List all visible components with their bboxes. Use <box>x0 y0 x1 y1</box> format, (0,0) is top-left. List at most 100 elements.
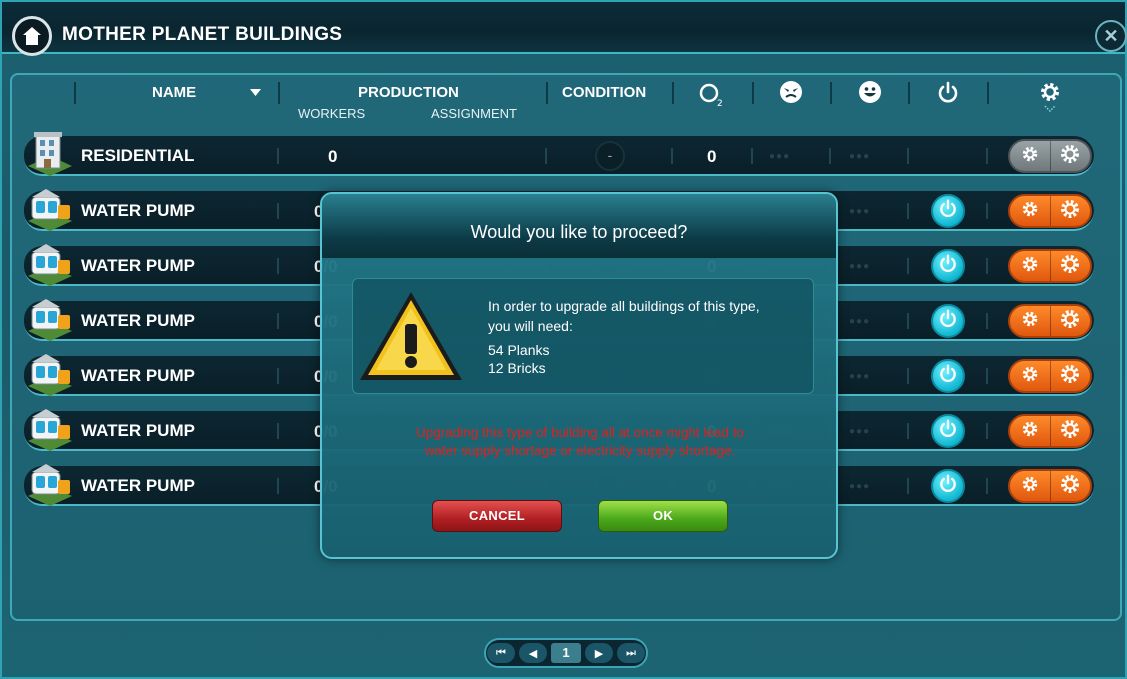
happy-rating-dots: ●●● <box>849 261 871 272</box>
column-header-name[interactable]: NAME <box>152 84 196 101</box>
double-gear-icon <box>1059 473 1081 500</box>
upgrade-controls <box>1008 304 1092 338</box>
row-divider <box>986 423 988 439</box>
happy-rating-dots: ●●● <box>849 151 871 162</box>
upgrade-all-button[interactable] <box>1049 251 1091 281</box>
power-icon <box>938 254 958 279</box>
upgrade-one-button[interactable] <box>1010 251 1050 281</box>
row-divider <box>751 148 753 164</box>
upgrade-controls <box>1008 414 1092 448</box>
upgrade-controls <box>1008 359 1092 393</box>
row-divider <box>671 148 673 164</box>
title-bar: MOTHER PLANET BUILDINGS ✕ <box>2 2 1127 56</box>
upgrade-controls <box>1008 469 1092 503</box>
first-page-button[interactable]: ⏮ <box>487 643 515 663</box>
power-toggle-button[interactable] <box>931 249 965 283</box>
ok-button[interactable]: OK <box>598 500 728 532</box>
column-subheader-assignment: ASSIGNMENT <box>431 106 517 121</box>
water-pump-icon <box>24 183 76 235</box>
row-divider <box>907 313 909 329</box>
header-divider <box>74 82 76 104</box>
water-pump-icon <box>24 293 76 345</box>
water-pump-icon <box>24 348 76 400</box>
upgrade-one-button[interactable] <box>1010 471 1050 501</box>
svg-text:2: 2 <box>717 99 723 108</box>
upgrade-all-button[interactable] <box>1049 416 1091 446</box>
row-divider <box>277 203 279 219</box>
building-name: WATER PUMP <box>81 256 195 275</box>
condition-indicator: - <box>595 141 625 171</box>
upgrade-one-button[interactable] <box>1010 141 1050 171</box>
upgrade-all-button[interactable] <box>1049 141 1091 171</box>
row-divider <box>277 258 279 274</box>
power-toggle-button[interactable] <box>931 414 965 448</box>
upgrade-one-button[interactable] <box>1010 306 1050 336</box>
first-page-icon: ⏮ <box>496 646 506 659</box>
window-title: MOTHER PLANET BUILDINGS <box>62 24 343 45</box>
row-divider <box>277 423 279 439</box>
buildings-window: MOTHER PLANET BUILDINGS ✕ NAME PRODUCTIO… <box>0 0 1127 679</box>
row-divider <box>277 148 279 164</box>
row-divider <box>907 148 909 164</box>
o2-value: 0 <box>707 147 717 166</box>
upgrade-all-button[interactable] <box>1049 361 1091 391</box>
dialog-message-line2: you will need: <box>488 318 573 334</box>
last-page-icon: ⏭ <box>626 646 636 659</box>
building-name: WATER PUMP <box>81 311 195 330</box>
gear-icon <box>1021 365 1039 388</box>
home-button[interactable] <box>12 16 52 56</box>
row-divider <box>907 478 909 494</box>
header-divider <box>546 82 548 104</box>
power-toggle-button[interactable] <box>931 469 965 503</box>
row-divider <box>545 148 547 164</box>
header-divider <box>672 82 674 104</box>
next-page-button[interactable]: ▶ <box>585 643 613 663</box>
power-toggle-button[interactable] <box>931 359 965 393</box>
prev-page-icon: ◀ <box>528 647 538 660</box>
power-toggle-button[interactable] <box>931 194 965 228</box>
close-button[interactable]: ✕ <box>1095 20 1127 52</box>
upgrade-one-button[interactable] <box>1010 416 1050 446</box>
double-gear-icon <box>1059 143 1081 170</box>
building-name: RESIDENTIAL <box>81 146 195 165</box>
upgrade-all-button[interactable] <box>1049 196 1091 226</box>
building-name: WATER PUMP <box>81 201 195 220</box>
column-header-condition: CONDITION <box>562 84 647 101</box>
row-divider <box>986 368 988 384</box>
home-icon <box>23 27 41 45</box>
double-gear-icon <box>1059 253 1081 280</box>
row-divider <box>277 368 279 384</box>
sort-down-icon[interactable] <box>250 89 261 97</box>
happy-face-icon <box>859 81 881 103</box>
dialog-title: Would you like to proceed? <box>470 222 688 242</box>
power-icon <box>938 364 958 389</box>
upgrade-controls <box>1008 249 1092 283</box>
header-divider <box>908 82 910 104</box>
upgrade-all-button[interactable] <box>1049 471 1091 501</box>
water-pump-icon <box>24 403 76 455</box>
double-gear-icon <box>1059 198 1081 225</box>
last-page-button[interactable]: ⏭ <box>617 643 645 663</box>
workers-value: 0 <box>328 147 338 166</box>
upgrade-one-button[interactable] <box>1010 196 1050 226</box>
row-divider <box>986 148 988 164</box>
double-gear-icon <box>1059 308 1081 335</box>
gear-icon[interactable] <box>1037 80 1063 114</box>
upgrade-controls <box>1008 139 1092 173</box>
row-divider <box>907 258 909 274</box>
upgrade-one-button[interactable] <box>1010 361 1050 391</box>
prev-page-button[interactable]: ◀ <box>519 643 547 663</box>
row-divider <box>277 478 279 494</box>
power-icon <box>938 309 958 334</box>
building-row[interactable]: RESIDENTIAL 0 - 0 ●●● ●●● <box>24 132 1094 176</box>
power-toggle-button[interactable] <box>931 304 965 338</box>
confirm-dialog: Would you like to proceed? In order to u… <box>320 192 838 559</box>
cancel-button[interactable]: CANCEL <box>432 500 562 532</box>
row-divider <box>986 258 988 274</box>
row-divider <box>986 203 988 219</box>
header-divider <box>830 82 832 104</box>
gear-icon <box>1021 420 1039 443</box>
building-name: WATER PUMP <box>81 366 195 385</box>
upgrade-all-button[interactable] <box>1049 306 1091 336</box>
happy-rating-dots: ●●● <box>849 426 871 437</box>
